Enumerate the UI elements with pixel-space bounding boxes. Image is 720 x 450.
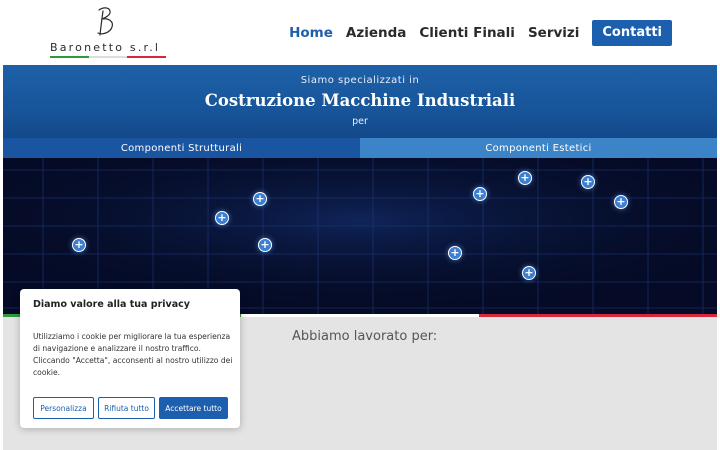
site-header: Baronetto s.r.l Home Azienda Clienti Fin…: [0, 0, 720, 64]
cookie-title: Diamo valore alla tua privacy: [33, 299, 190, 310]
component-tabs: Componenti Strutturali Componenti Esteti…: [3, 138, 717, 158]
plus-icon[interactable]: +: [518, 171, 532, 185]
nav-clienti-finali[interactable]: Clienti Finali: [419, 25, 515, 41]
logo-flag-stripe: [50, 56, 167, 58]
logo-text: Baronetto s.r.l: [50, 41, 161, 54]
page: Baronetto s.r.l Home Azienda Clienti Fin…: [0, 0, 720, 450]
hero-pre-title: Siamo specializzati in: [300, 75, 420, 86]
plus-icon[interactable]: +: [581, 175, 595, 189]
hero-post-title: per: [352, 116, 368, 127]
main-nav: Home Azienda Clienti Finali Servizi Cont…: [289, 20, 672, 46]
contatti-button[interactable]: Contatti: [592, 20, 672, 46]
nav-home[interactable]: Home: [289, 25, 333, 41]
tab-componenti-estetici[interactable]: Componenti Estetici: [360, 138, 717, 158]
plus-icon[interactable]: +: [72, 238, 86, 252]
logo-mark-icon: [97, 7, 113, 36]
hero-title: Costruzione Macchine Industriali: [204, 91, 516, 110]
accept-all-button[interactable]: Accettare tutto: [159, 397, 228, 419]
cookie-consent-banner: Diamo valore alla tua privacy Utilizziam…: [20, 289, 240, 428]
plus-icon[interactable]: +: [448, 246, 462, 260]
plus-icon[interactable]: +: [258, 238, 272, 252]
plus-icon[interactable]: +: [522, 266, 536, 280]
logo[interactable]: Baronetto s.r.l: [48, 6, 170, 58]
plus-icon[interactable]: +: [473, 187, 487, 201]
clients-section-title: Abbiamo lavorato per:: [292, 329, 438, 344]
tab-componenti-strutturali[interactable]: Componenti Strutturali: [3, 138, 360, 158]
plus-icon[interactable]: +: [253, 192, 267, 206]
plus-icon[interactable]: +: [614, 195, 628, 209]
customize-button[interactable]: Personalizza: [33, 397, 94, 419]
nav-servizi[interactable]: Servizi: [528, 25, 579, 41]
hero-banner: Siamo specializzati in Costruzione Macch…: [3, 65, 717, 138]
cookie-description: Utilizziamo i cookie per migliorare la t…: [33, 332, 233, 377]
cookie-actions: Personalizza Rifiuta tutto Accettare tut…: [33, 397, 228, 419]
plus-icon[interactable]: +: [215, 211, 229, 225]
nav-azienda[interactable]: Azienda: [346, 25, 406, 41]
reject-all-button[interactable]: Rifiuta tutto: [98, 397, 155, 419]
